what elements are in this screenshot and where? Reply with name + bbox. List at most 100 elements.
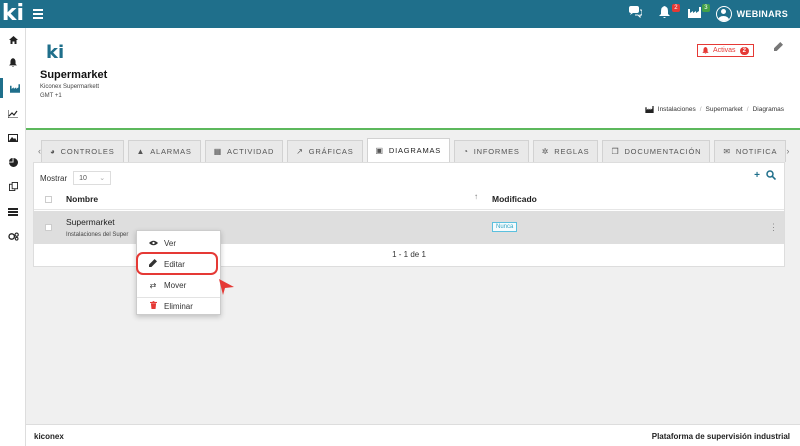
- menu-item-mover[interactable]: ⇄ Mover: [137, 276, 220, 294]
- tab-controles[interactable]: ◕ CONTROLES: [41, 140, 124, 162]
- factory-icon[interactable]: [0, 78, 26, 98]
- tab-reglas[interactable]: ✲ REGLAS: [532, 140, 599, 162]
- app-logo[interactable]: ki: [0, 0, 26, 28]
- footer-brand: kiconex: [34, 432, 64, 441]
- menu-item-eliminar[interactable]: Eliminar: [137, 297, 220, 315]
- sidebar: [0, 28, 26, 446]
- top-right-tools: 2 3 WEBINARS: [626, 4, 788, 24]
- column-header-nombre[interactable]: Nombre: [66, 194, 98, 204]
- column-header-modificado[interactable]: Modificado: [492, 194, 537, 204]
- row-checkbox[interactable]: [45, 224, 52, 231]
- page-subtitle: Kiconex Supermarkett: [40, 84, 100, 90]
- notifications-count-badge: 3: [702, 4, 710, 12]
- tab-label: DOCUMENTACIÓN: [624, 147, 702, 156]
- alerts-count-badge: 2: [672, 4, 680, 12]
- bell-icon: [702, 47, 709, 54]
- breadcrumb-item: Diagramas: [752, 106, 784, 113]
- active-alarms-label: Activas: [713, 47, 736, 54]
- active-alarms-count: 2: [739, 46, 749, 55]
- pie-icon: ◔: [463, 147, 469, 156]
- tab-scroll-right-icon[interactable]: ›: [786, 140, 789, 162]
- page-size-control: Mostrar 10 ⌄: [40, 171, 112, 185]
- page-header: ki Supermarket Kiconex Supermarkett GMT …: [26, 28, 800, 130]
- line-chart-icon-svg: [8, 110, 18, 118]
- breadcrumb-item[interactable]: Instalaciones: [658, 106, 696, 113]
- tab-documentacion[interactable]: ❐ DOCUMENTACIÓN: [602, 140, 711, 162]
- tab-informes[interactable]: ◔ INFORMES: [454, 140, 529, 162]
- shuffle-icon: ⇄: [149, 280, 157, 290]
- tab-label: INFORMES: [473, 147, 520, 156]
- search-icon[interactable]: [766, 170, 776, 180]
- eye-icon-svg: [149, 240, 158, 245]
- breadcrumb-separator: /: [699, 106, 702, 113]
- line-chart-icon[interactable]: [0, 104, 26, 124]
- tab-actividad[interactable]: ▦ ACTIVIDAD: [204, 140, 284, 162]
- select-all-checkbox[interactable]: [45, 196, 52, 203]
- home-icon[interactable]: [0, 30, 26, 50]
- menu-item-ver[interactable]: Ver: [137, 234, 220, 252]
- list-icon[interactable]: [0, 202, 26, 222]
- envelope-icon: ✉: [723, 147, 731, 156]
- bell-icon[interactable]: [0, 52, 26, 72]
- bell-icon: [659, 6, 671, 18]
- chevron-down-icon: ⌄: [99, 175, 106, 182]
- page-size-select[interactable]: 10 ⌄: [73, 171, 112, 185]
- footer: kiconex Plataforma de supervisión indust…: [26, 424, 800, 446]
- top-bar: ki 2 3 WEBINARS: [0, 0, 800, 28]
- user-menu[interactable]: WEBINARS: [715, 6, 788, 22]
- tab-label: NOTIFICA: [735, 147, 778, 156]
- bell-alerts-icon[interactable]: 2: [656, 4, 680, 22]
- factory-icon: [688, 7, 702, 18]
- trash-icon-svg: [149, 301, 157, 309]
- menu-item-label: Mover: [164, 280, 187, 290]
- image-icon[interactable]: [0, 128, 26, 148]
- trash-icon: [149, 301, 157, 311]
- tab-graficas[interactable]: ↗ GRÁFICAS: [287, 140, 363, 162]
- active-alarms-button[interactable]: Activas 2: [697, 44, 754, 57]
- sort-arrow-icon[interactable]: ↑: [474, 192, 478, 201]
- factory-icon: [645, 106, 654, 113]
- tab-notificaciones[interactable]: ✉ NOTIFICA: [714, 140, 787, 162]
- footer-tagline: Plataforma de supervisión industrial: [651, 432, 790, 441]
- list-icon-svg: [8, 208, 18, 216]
- tab-label: REGLAS: [554, 147, 590, 156]
- brand-logo: ki: [46, 42, 65, 63]
- gears-icon: ✲: [541, 147, 550, 156]
- row-options-icon[interactable]: ⋮: [769, 222, 778, 233]
- tab-label: ALARMAS: [150, 147, 192, 156]
- pie-chart-icon[interactable]: [0, 152, 26, 172]
- gears-icon[interactable]: [0, 226, 26, 246]
- factory-icon-svg: [9, 83, 20, 93]
- tab-diagramas[interactable]: ▣ DIAGRAMAS: [366, 138, 451, 162]
- copy-icon[interactable]: [0, 176, 26, 196]
- chat-icon-svg: [628, 6, 643, 19]
- page-title: Supermarket: [40, 69, 108, 81]
- add-icon[interactable]: +: [754, 170, 760, 181]
- gauge-icon: ◕: [50, 147, 56, 156]
- copy-icon-svg: [8, 181, 18, 191]
- breadcrumb-item[interactable]: Supermarket: [706, 106, 743, 113]
- row-name[interactable]: Supermarket: [66, 217, 115, 227]
- tab-label: CONTROLES: [60, 147, 115, 156]
- timezone-label: GMT +1: [40, 93, 62, 99]
- breadcrumb: Instalaciones / Supermarket / Diagramas: [645, 106, 784, 113]
- factory-notifications-icon[interactable]: 3: [686, 4, 710, 22]
- copy-icon: ❐: [611, 147, 620, 156]
- pointer-arrow-icon: [219, 279, 234, 295]
- user-name: WEBINARS: [736, 9, 788, 19]
- edit-pencil-icon[interactable]: [774, 42, 783, 54]
- chart-icon: ↗: [296, 147, 304, 156]
- menu-toggle-icon[interactable]: [33, 9, 43, 19]
- modified-badge: Nunca: [492, 222, 518, 232]
- tab-alarmas[interactable]: ▲ ALARMAS: [127, 140, 201, 162]
- breadcrumb-separator: /: [746, 106, 749, 113]
- chat-icon[interactable]: [626, 6, 644, 22]
- highlight-annotation: [136, 252, 218, 275]
- bell-icon: ▲: [136, 147, 146, 156]
- tab-label: ACTIVIDAD: [227, 147, 275, 156]
- calendar-icon: ▦: [213, 147, 223, 156]
- tab-label: GRÁFICAS: [308, 147, 354, 156]
- page-size-value: 10: [79, 174, 87, 182]
- menu-item-label: Ver: [164, 238, 177, 248]
- tab-label: DIAGRAMAS: [388, 146, 442, 155]
